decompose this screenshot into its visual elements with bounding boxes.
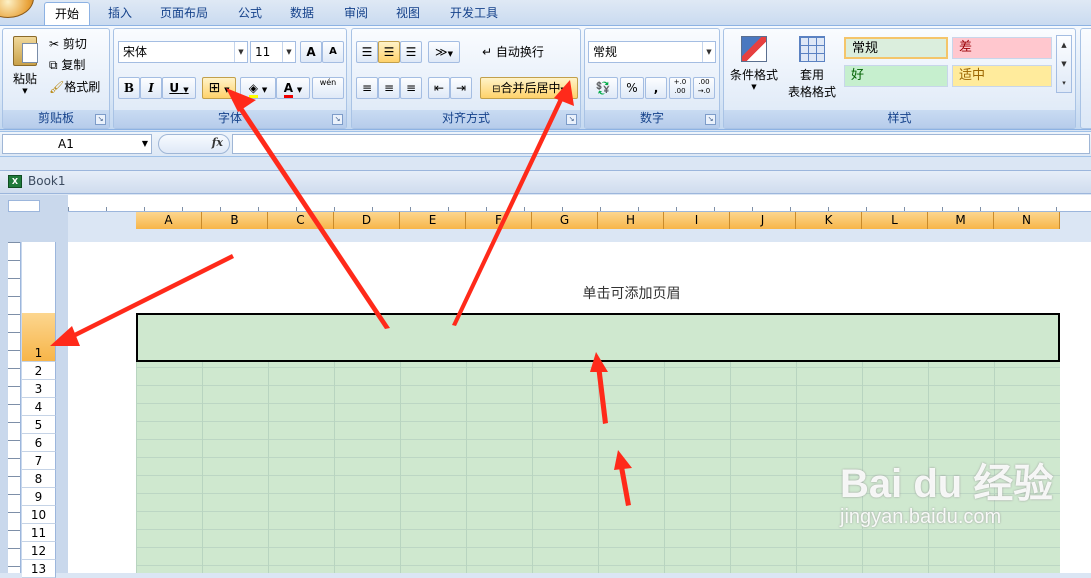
watermark-brand: Bai du 经验 (840, 462, 1054, 506)
arrow-to-merge-button (452, 92, 566, 326)
baidu-watermark: Bai du 经验 jingyan.baidu.com (840, 462, 1090, 562)
arrow-to-border-button-head (226, 88, 256, 112)
arrow-to-row-1-head (50, 326, 80, 346)
arrow-to-merge-button-head (554, 80, 574, 106)
arrow-to-row-1 (64, 254, 234, 342)
watermark-url: jingyan.baidu.com (840, 506, 1002, 528)
arrow-to-merged-cell-2-head (614, 450, 632, 470)
arrow-to-merged-cell-1-head (590, 352, 608, 372)
arrow-to-merged-cell-1 (596, 365, 608, 424)
arrow-to-border-button (232, 97, 390, 329)
